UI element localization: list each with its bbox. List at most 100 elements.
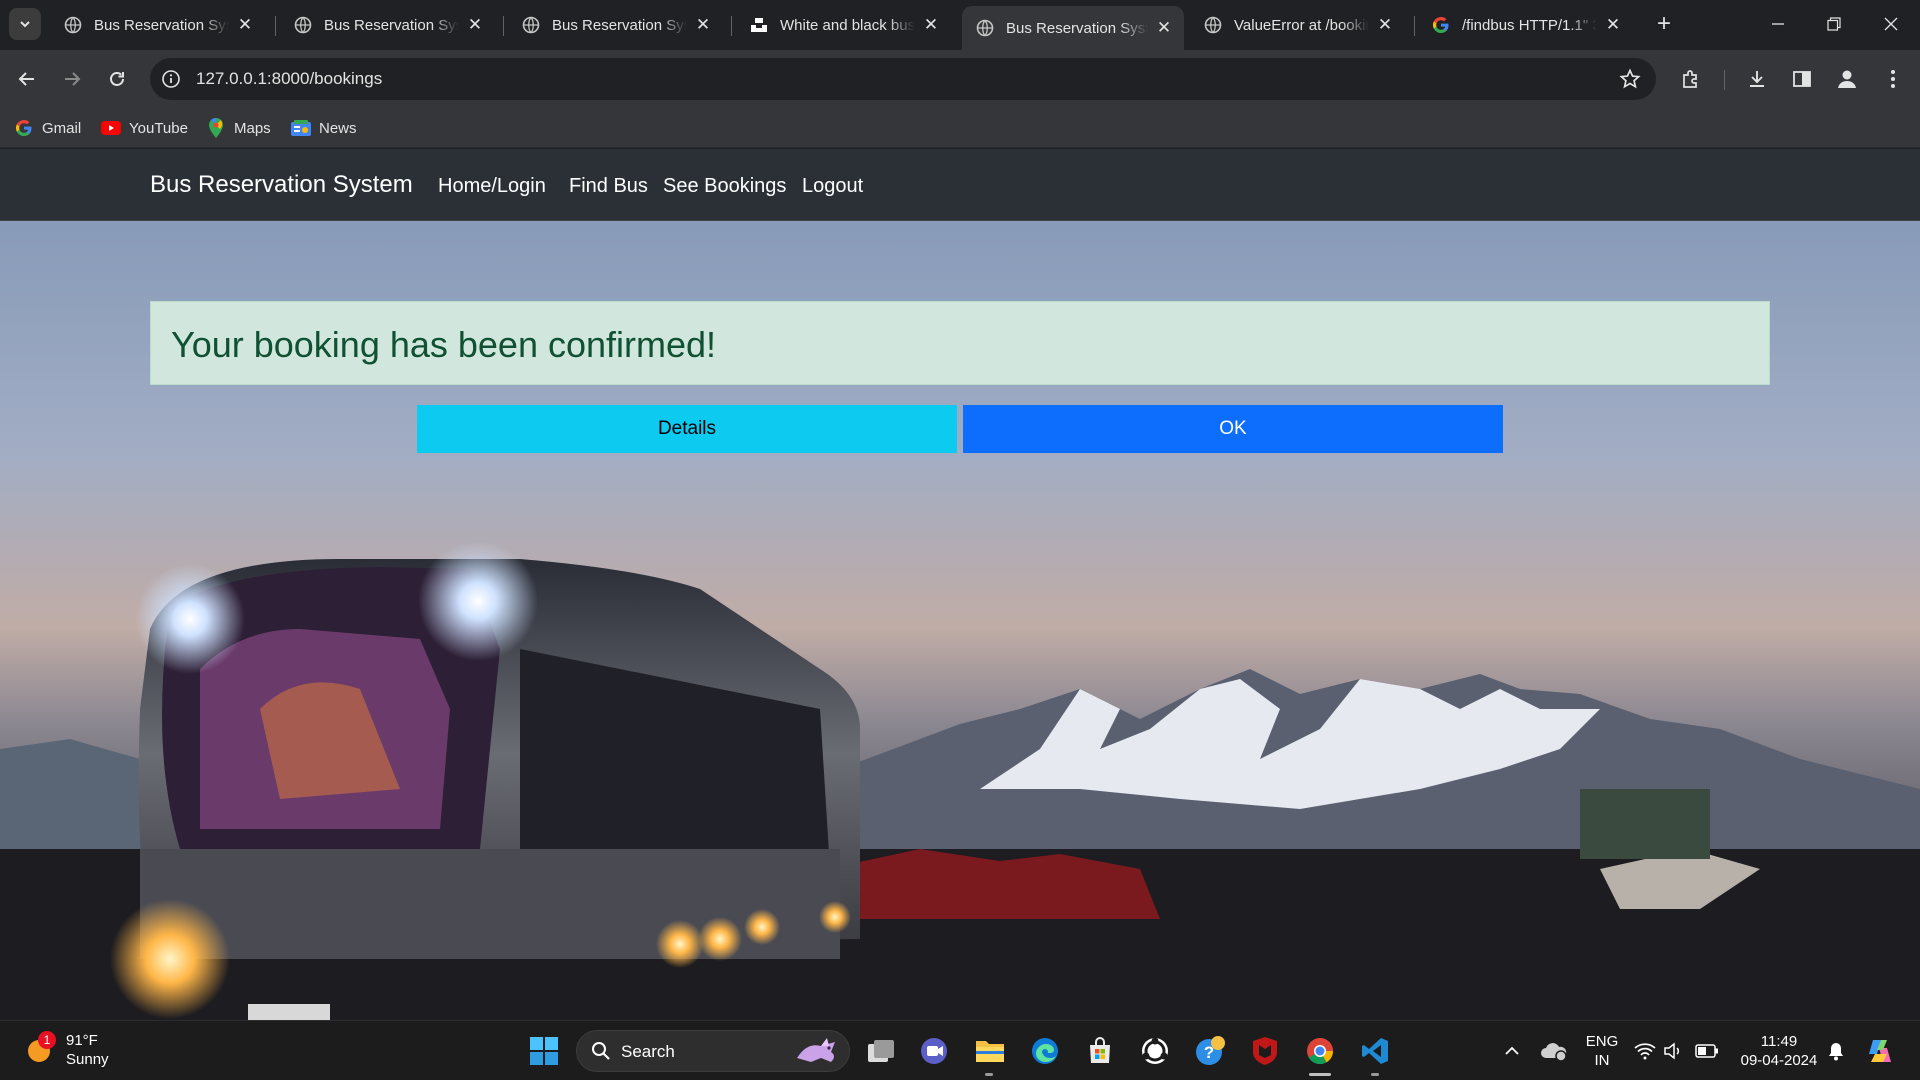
unsplash-icon	[750, 16, 768, 34]
ubuntu-icon[interactable]	[1137, 1033, 1173, 1069]
notification-bell-icon[interactable]	[1818, 1033, 1854, 1069]
youtube-icon	[101, 118, 121, 138]
bookmark-gmail[interactable]: Gmail	[14, 116, 81, 140]
download-icon	[1750, 71, 1764, 87]
clock[interactable]: 11:49 09-04-2024	[1734, 1032, 1824, 1070]
search-highlight-icon	[797, 1038, 835, 1062]
onedrive-icon[interactable]	[1536, 1033, 1572, 1069]
new-tab-button[interactable]: +	[1651, 12, 1677, 38]
url-text: 127.0.0.1:8000/bookings	[196, 69, 383, 88]
search-icon	[592, 1042, 610, 1060]
reload-button[interactable]	[100, 62, 134, 96]
google-icon	[14, 118, 34, 138]
weather-temp: 91°F	[66, 1032, 98, 1049]
restore-button[interactable]	[1812, 8, 1856, 40]
tab[interactable]: Bus Reservation System ✕	[50, 6, 265, 44]
site-navbar: Bus Reservation System Home/Login Find B…	[0, 149, 1920, 221]
downloads-button[interactable]	[1742, 64, 1772, 94]
details-button[interactable]: Details	[417, 405, 957, 453]
battery-icon[interactable]	[1692, 1033, 1722, 1069]
tab-strip: Bus Reservation System ✕ Bus Reservation…	[0, 0, 1920, 50]
site-brand[interactable]: Bus Reservation System	[150, 171, 413, 199]
edge-icon[interactable]	[1027, 1033, 1063, 1069]
tab[interactable]: Bus Reservation System ✕	[280, 6, 495, 44]
close-icon[interactable]: ✕	[1375, 15, 1395, 35]
address-bar[interactable]: 127.0.0.1:8000/bookings	[150, 58, 1656, 100]
reload-icon	[110, 72, 124, 86]
toolbar-separator	[1724, 70, 1725, 90]
tab[interactable]: Bus Reservation System ✕	[508, 6, 723, 44]
tab[interactable]: White and black bus ✕	[736, 6, 951, 44]
nav-find-bus[interactable]: Find Bus	[569, 175, 648, 198]
help-icon[interactable]: ?	[1192, 1033, 1228, 1069]
profile-button[interactable]	[1832, 64, 1862, 94]
extensions-button[interactable]	[1676, 64, 1706, 94]
weather-badge: 1	[38, 1031, 56, 1049]
clock-date: 09-04-2024	[1740, 1052, 1818, 1069]
tab[interactable]: /findbus HTTP/1.1" 3 ✕	[1418, 6, 1633, 44]
mcafee-icon[interactable]	[1247, 1033, 1283, 1069]
nav-see-bookings[interactable]: See Bookings	[663, 175, 786, 198]
input-language[interactable]: ENG IN	[1582, 1032, 1622, 1070]
tab-separator	[503, 16, 504, 36]
taskbar-search[interactable]: Search	[576, 1030, 850, 1072]
close-icon[interactable]: ✕	[921, 15, 941, 35]
nav-home-login[interactable]: Home/Login	[438, 175, 546, 198]
close-icon[interactable]: ✕	[465, 15, 485, 35]
globe-icon	[1204, 16, 1222, 34]
language-line2: IN	[1594, 1052, 1610, 1069]
minimize-icon	[1772, 23, 1784, 25]
weather-widget[interactable]: 1 91°F Sunny	[24, 1031, 109, 1069]
chevron-up-icon[interactable]	[1494, 1033, 1530, 1069]
volume-icon[interactable]	[1658, 1033, 1688, 1069]
bookmark-news[interactable]: News	[291, 116, 357, 140]
microsoft-store-icon[interactable]	[1082, 1033, 1118, 1069]
ok-button[interactable]: OK	[963, 405, 1503, 453]
close-icon[interactable]: ✕	[1603, 15, 1623, 35]
forward-button[interactable]	[55, 62, 89, 96]
page-viewport: Bus Reservation System Home/Login Find B…	[0, 149, 1920, 1020]
browser-toolbar: 127.0.0.1:8000/bookings	[0, 50, 1920, 108]
close-icon	[1884, 17, 1898, 31]
minimize-button[interactable]	[1756, 8, 1800, 40]
vscode-icon[interactable]	[1357, 1033, 1393, 1069]
chrome-icon[interactable]	[1302, 1033, 1338, 1069]
windows-taskbar: 1 91°F Sunny Search ? ENG IN 11:49 09-04…	[0, 1020, 1920, 1080]
wifi-icon[interactable]	[1630, 1033, 1660, 1069]
close-icon[interactable]: ✕	[1154, 18, 1174, 38]
side-panel-button[interactable]	[1787, 64, 1817, 94]
copilot-icon[interactable]	[1862, 1033, 1898, 1069]
tab-title: ValueError at /bookings	[1234, 16, 1369, 34]
bookmark-youtube[interactable]: YouTube	[101, 116, 188, 140]
site-info-icon[interactable]	[160, 68, 182, 90]
task-view-icon[interactable]	[863, 1033, 899, 1069]
nav-logout[interactable]: Logout	[802, 175, 863, 198]
more-vertical-icon	[1891, 70, 1895, 88]
search-label: Search	[621, 1042, 675, 1061]
arrow-left-icon	[18, 72, 34, 86]
browser-menu-button[interactable]	[1878, 64, 1908, 94]
tab-title: Bus Reservation System	[552, 16, 687, 34]
back-button[interactable]	[10, 62, 44, 96]
close-icon[interactable]: ✕	[235, 15, 255, 35]
bookmark-star-icon[interactable]	[1618, 67, 1642, 91]
tab-separator	[275, 16, 276, 36]
bookmark-maps[interactable]: Maps	[206, 116, 271, 140]
close-window-button[interactable]	[1869, 8, 1913, 40]
background-bus-photo	[0, 149, 1920, 1020]
globe-icon	[976, 19, 994, 37]
tab[interactable]: ValueError at /bookings ✕	[1190, 6, 1405, 44]
bookmark-label: Maps	[234, 119, 271, 137]
running-indicator	[985, 1073, 993, 1076]
weather-condition: Sunny	[66, 1051, 109, 1068]
svg-text:?: ?	[1204, 1043, 1214, 1062]
sun-icon: 1	[24, 1031, 56, 1065]
google-icon	[1432, 16, 1450, 34]
teams-meet-icon[interactable]	[917, 1033, 953, 1069]
tab-active[interactable]: Bus Reservation System ✕	[962, 6, 1184, 50]
close-icon[interactable]: ✕	[693, 15, 713, 35]
bookmark-label: Gmail	[42, 119, 82, 137]
windows-start-icon[interactable]	[526, 1033, 562, 1069]
tab-search-button[interactable]	[9, 8, 41, 40]
file-explorer-icon[interactable]	[972, 1033, 1008, 1069]
